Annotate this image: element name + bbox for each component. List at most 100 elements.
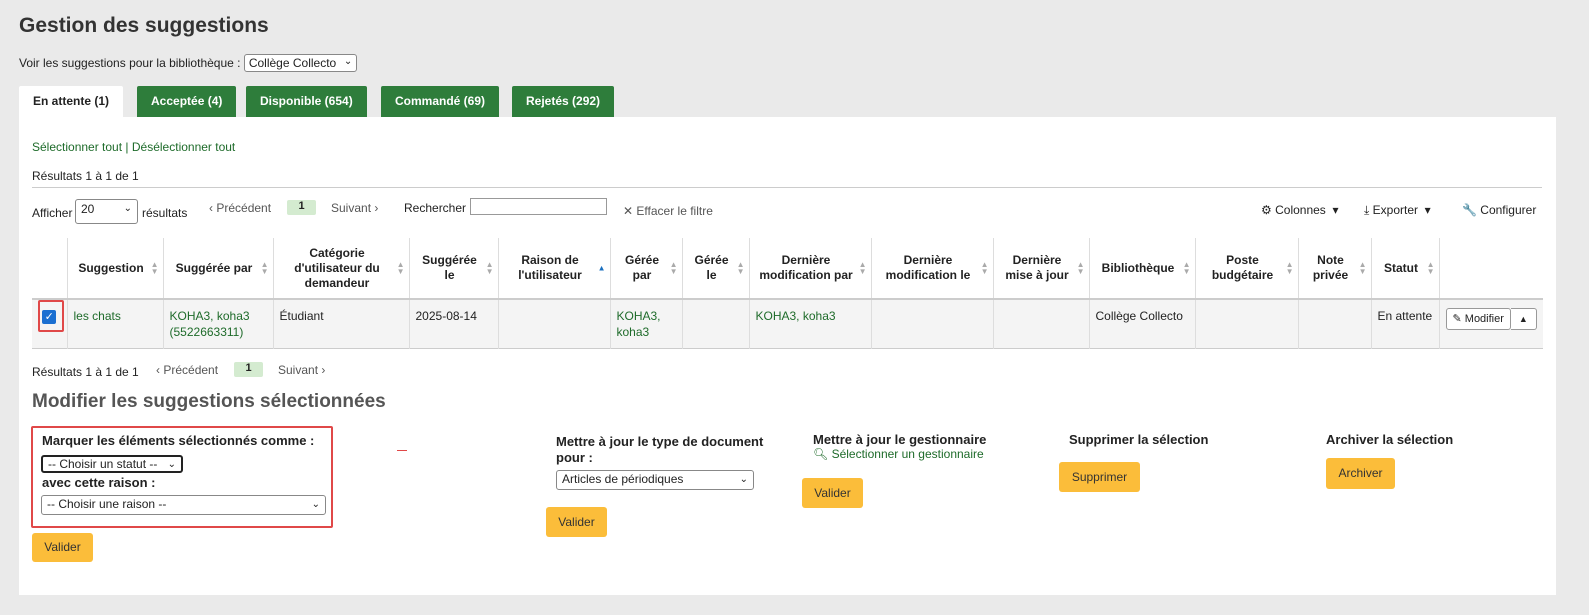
archive-title: Archiver la sélection [1326, 432, 1454, 447]
selection-links: Sélectionner tout | Désélectionner tout [32, 140, 235, 154]
sort-icon: ▲ ▼ [980, 260, 989, 276]
wrench-icon: 🔧 [1462, 203, 1477, 217]
select-manager-text[interactable]: Sélectionner un gestionnaire [832, 447, 984, 461]
tab-pending[interactable]: En attente (1) [19, 86, 124, 117]
col-header-library[interactable]: Bibliothèque ▲ ▼ [1088, 238, 1195, 299]
page-size-select[interactable]: 20 ⌄ [75, 199, 138, 224]
col-header-managed-by[interactable]: Gérée par ▲ ▼ [609, 238, 682, 299]
tab-available[interactable]: Disponible (654) [246, 86, 367, 117]
chevron-down-icon: ⌄ [739, 474, 748, 485]
reason-select[interactable]: -- Choisir une raison -- ⌄ [41, 495, 326, 515]
results-count: Résultats 1 à 1 de 1 [32, 169, 139, 183]
col-header-actions [1438, 238, 1543, 299]
col-header-note[interactable]: Note privée ▲ ▼ [1297, 238, 1371, 299]
sort-asc-icon: ▲ [597, 263, 606, 273]
col-header-last-update[interactable]: Dernière mise à jour ▲ ▼ [992, 238, 1089, 299]
delete-title: Supprimer la sélection [1069, 432, 1209, 447]
sort-icon: ▲ ▼ [396, 260, 405, 276]
cell-status: En attente [1370, 299, 1439, 349]
reason-label: avec cette raison : [42, 475, 156, 490]
page-number-bottom[interactable]: 1 [234, 362, 263, 377]
gear-icon: ⚙ [1261, 203, 1272, 217]
table-header-row: Suggestion ▲ ▼ Suggérée par ▲ ▼ Catégorie d'… [32, 238, 1543, 299]
cell-last-update [992, 299, 1089, 349]
col-header-managed-on[interactable]: Gérée le ▲ ▼ [681, 238, 749, 299]
library-label: Voir les suggestions pour la bibliothèqu… [19, 56, 241, 70]
sort-icon: ▲ ▼ [485, 260, 494, 276]
chevron-down-icon: ⌄ [343, 56, 353, 67]
export-button[interactable]: ⤓ Exporter ▾ [1364, 203, 1431, 218]
delete-button[interactable]: Supprimer [1059, 462, 1140, 492]
search-label: Rechercher : [404, 201, 473, 215]
manager-title: Mettre à jour le gestionnaire [813, 432, 987, 447]
select-manager-link[interactable]: 🔍︎ Sélectionner un gestionnaire [813, 447, 984, 461]
library-select[interactable]: Collège Collecto ⌄ [243, 54, 358, 72]
close-icon: ✕ [623, 204, 634, 218]
deselect-all-link[interactable]: Désélectionner tout [132, 140, 235, 154]
doc-type-select[interactable]: Articles de périodiques ⌄ [556, 470, 754, 490]
validate-doc-type-button[interactable]: Valider [546, 507, 607, 537]
results-count-bottom: Résultats 1 à 1 de 1 [32, 365, 139, 379]
columns-button[interactable]: ⚙ Colonnes ▾ [1261, 203, 1339, 217]
chevron-down-icon: ⌄ [311, 499, 320, 510]
patron-link[interactable]: KOHA3, koha3 (5522663311) [170, 309, 250, 339]
col-header-status[interactable]: Statut ▲ ▼ [1370, 238, 1439, 299]
validate-status-button[interactable]: Valider [32, 533, 93, 562]
status-select[interactable]: -- Choisir un statut -- ⌄ [41, 455, 183, 473]
next-button[interactable]: Suivant › [331, 201, 378, 215]
doc-type-title: Mettre à jour le type de document pour : [556, 434, 764, 465]
suggestions-table: Suggestion ▲ ▼ Suggérée par ▲ ▼ Catégorie d'… [32, 238, 1543, 349]
results-label: résultats [142, 206, 188, 220]
library-filter: Voir les suggestions pour la bibliothèqu… [19, 54, 358, 72]
table-row: ✓ les chats KOHA3, koha3 (5522663311) Ét… [32, 299, 1543, 349]
col-header-last-modified-on[interactable]: Dernière modification le ▲ ▼ [870, 238, 993, 299]
col-header-suggested-on[interactable]: Suggérée le ▲ ▼ [408, 238, 498, 299]
actions-dropdown-button[interactable]: ▲ [1510, 308, 1537, 330]
chevron-down-icon: ⌄ [123, 203, 132, 214]
suggestion-link[interactable]: les chats [74, 309, 121, 323]
edit-button[interactable]: ✎ Modifier [1445, 308, 1511, 330]
page-number[interactable]: 1 [287, 200, 316, 215]
archive-button[interactable]: Archiver [1326, 458, 1395, 489]
cell-note [1297, 299, 1371, 349]
modifier-link[interactable]: KOHA3, koha3 [756, 309, 836, 323]
clear-filter-button[interactable]: ✕ Effacer le filtre [623, 204, 713, 218]
tab-ordered[interactable]: Commandé (69) [381, 86, 500, 117]
sort-icon: ▲ ▼ [1358, 260, 1367, 276]
cell-managed-on [681, 299, 749, 349]
search-icon: 🔍︎ [813, 447, 829, 461]
search-input[interactable] [470, 198, 607, 215]
col-header-suggested-by[interactable]: Suggérée par ▲ ▼ [162, 238, 273, 299]
sort-icon: ▲ ▼ [1426, 260, 1435, 276]
cell-budget [1194, 299, 1298, 349]
col-header-category[interactable]: Catégorie d'utilisateur du demandeur ▲ ▼ [272, 238, 409, 299]
manager-link[interactable]: KOHA3, koha3 [617, 309, 661, 339]
next-button-bottom[interactable]: Suivant › [278, 363, 325, 377]
pencil-icon: ✎ [1452, 313, 1462, 325]
col-header-reason[interactable]: Raison de l'utilisateur ▲ [497, 238, 610, 299]
sort-icon: ▲ ▼ [1182, 260, 1191, 276]
cell-suggested-on: 2025-08-14 [408, 299, 498, 349]
cell-managed-by: KOHA3, koha3 [609, 299, 682, 349]
sort-icon: ▲ ▼ [260, 260, 269, 276]
download-icon: ⤓ [1364, 203, 1370, 217]
sort-icon: ▲ ▼ [669, 260, 678, 276]
cell-actions: ✎ Modifier ▲ [1438, 299, 1543, 349]
cell-library: Collège Collecto [1088, 299, 1195, 349]
sort-icon: ▲ ▼ [1285, 260, 1294, 276]
sort-icon: ▲ ▼ [150, 260, 159, 276]
col-header-last-modified-by[interactable]: Dernière modification par ▲ ▼ [748, 238, 871, 299]
show-label: Afficher [32, 206, 73, 220]
sort-icon: ▲ ▼ [1076, 260, 1085, 276]
page-title: Gestion des suggestions [19, 14, 269, 37]
mark-as-label: Marquer les éléments sélectionnés comme … [42, 433, 315, 448]
select-all-link[interactable]: Sélectionner tout [32, 140, 122, 154]
col-header-suggestion[interactable]: Suggestion ▲ ▼ [66, 238, 163, 299]
configure-button[interactable]: 🔧 Configurer [1462, 203, 1536, 217]
tab-accepted[interactable]: Acceptée (4) [137, 86, 237, 117]
tab-rejected[interactable]: Rejetés (292) [512, 86, 615, 117]
prev-button[interactable]: ‹ Précédent [209, 201, 271, 215]
prev-button-bottom[interactable]: ‹ Précédent [156, 363, 218, 377]
validate-manager-button[interactable]: Valider [802, 478, 863, 508]
col-header-budget[interactable]: Poste budgétaire ▲ ▼ [1194, 238, 1298, 299]
